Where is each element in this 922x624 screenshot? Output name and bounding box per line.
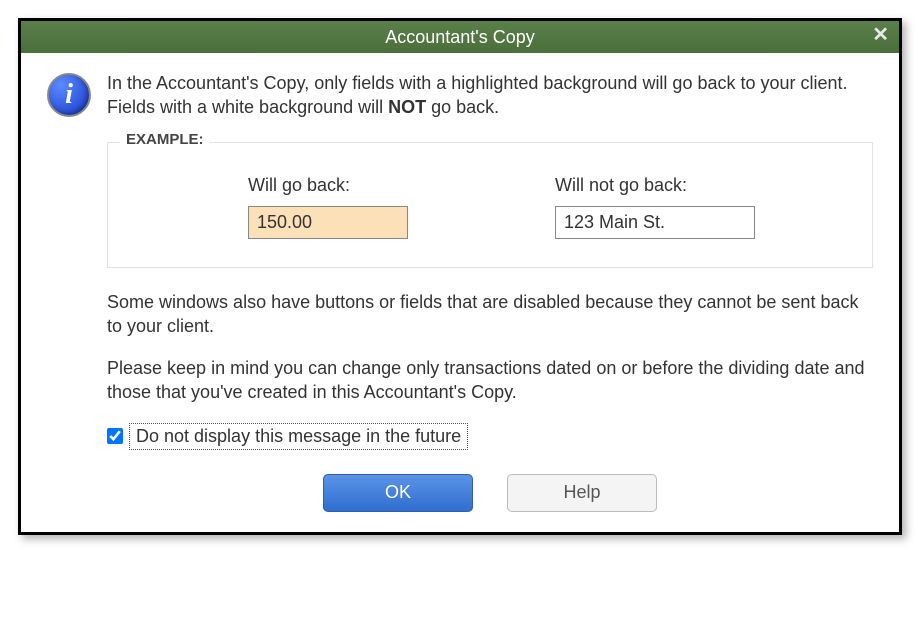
example-legend: EXAMPLE: [120, 131, 210, 148]
icon-column: i [47, 71, 107, 512]
paragraph-dividing-date: Please keep in mind you can change only … [107, 356, 873, 405]
dialog-window: Accountant's Copy ✕ i In the Accountant'… [18, 18, 902, 535]
will-not-go-back-label: Will not go back: [555, 175, 842, 196]
intro-bold: NOT [388, 97, 426, 117]
example-box: EXAMPLE: Will go back: 150.00 Will not g… [107, 142, 873, 268]
intro-text-2: go back. [426, 97, 499, 117]
will-go-back-label: Will go back: [248, 175, 535, 196]
will-go-back-field: 150.00 [248, 206, 408, 239]
example-col-goback: Will go back: 150.00 [138, 175, 535, 239]
suppress-message-row: Do not display this message in the futur… [107, 423, 873, 450]
paragraph-disabled-info: Some windows also have buttons or fields… [107, 290, 873, 339]
info-icon: i [47, 73, 91, 117]
help-button[interactable]: Help [507, 474, 657, 512]
suppress-message-label[interactable]: Do not display this message in the futur… [129, 423, 468, 450]
dialog-body: i In the Accountant's Copy, only fields … [21, 53, 899, 532]
will-not-go-back-field: 123 Main St. [555, 206, 755, 239]
content-column: In the Accountant's Copy, only fields wi… [107, 71, 873, 512]
intro-paragraph: In the Accountant's Copy, only fields wi… [107, 71, 873, 120]
ok-button[interactable]: OK [323, 474, 473, 512]
title-bar: Accountant's Copy ✕ [21, 21, 899, 53]
button-row: OK Help [107, 474, 873, 512]
suppress-message-checkbox[interactable] [107, 428, 123, 444]
dialog-title: Accountant's Copy [385, 27, 535, 48]
example-col-notgoback: Will not go back: 123 Main St. [535, 175, 842, 239]
close-icon[interactable]: ✕ [872, 25, 889, 45]
